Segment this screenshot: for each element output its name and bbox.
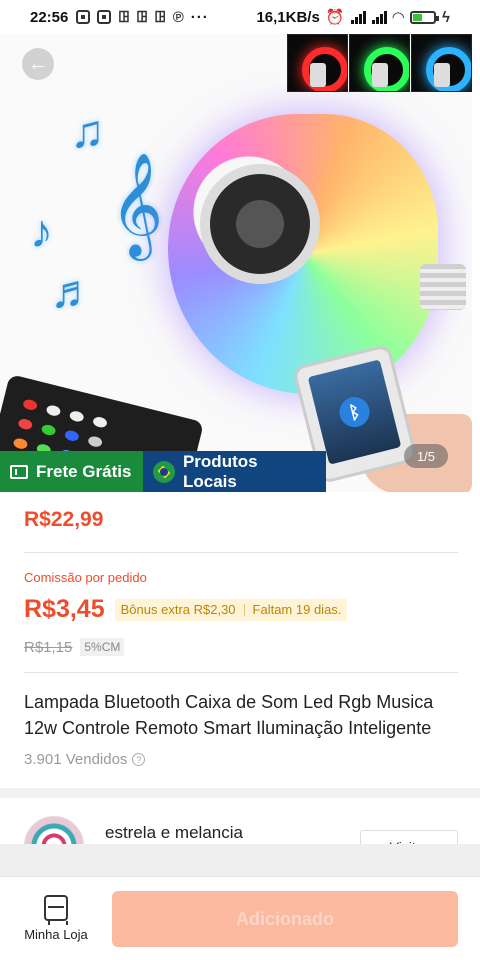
local-products-label: Produtos Locais: [182, 451, 258, 491]
more-dots-icon: ···: [190, 8, 209, 26]
store-icon: [44, 895, 68, 925]
days-left: Faltam 19 dias.: [252, 602, 342, 617]
pinterest-icon: ℗: [172, 8, 184, 26]
signal-icon: [371, 10, 387, 24]
status-time: 22:56: [30, 8, 69, 26]
add-button[interactable]: Adicionado: [112, 891, 458, 947]
brazil-flag-icon: [153, 460, 175, 483]
status-bar: 22:56 ꖸ ꖸ ꖸ ℗ ··· 16,1KB/s ⏰ ◠ ϟ: [0, 0, 480, 34]
thumbnail-blue[interactable]: [411, 34, 472, 92]
phone-screen: ᛒ: [307, 359, 402, 465]
music-note-icon: ♬: [50, 265, 96, 317]
free-shipping-label: Frete Grátis: [36, 461, 132, 481]
treble-clef-icon: 𝄞: [110, 155, 164, 255]
image-counter: 1/5: [404, 444, 448, 468]
shop-avatar[interactable]: [24, 816, 84, 844]
sold-count: 3.901 Vendidos: [24, 751, 128, 768]
commission-value: R$3,45: [24, 595, 105, 623]
product-price: R$22,99: [24, 508, 104, 531]
notification-app-icon: [97, 10, 112, 24]
sold-count-row: 3.901 Vendidos ?: [24, 751, 146, 768]
signal-icon: [350, 10, 366, 24]
free-shipping-badge: Frete Grátis: [0, 451, 143, 492]
local-products-badge: Produtos Locais: [143, 451, 326, 492]
overlay-band: [0, 844, 480, 876]
help-icon[interactable]: ?: [132, 753, 146, 766]
back-button[interactable]: ←: [22, 48, 54, 80]
notification-icons: ꖸ ꖸ ꖸ ℗ ···: [76, 9, 208, 26]
notification-app-icon: ꖸ: [136, 8, 148, 26]
status-right: 16,1KB/s ⏰ ◠ ϟ: [256, 8, 450, 27]
old-commission-row: R$1,15 5%CM: [24, 638, 125, 656]
shipping-icon: [10, 464, 28, 479]
alarm-icon: ⏰: [325, 9, 345, 26]
shop-row[interactable]: estrela e melancia Visitar: [0, 798, 480, 844]
bluetooth-icon: ᛒ: [336, 393, 373, 431]
bulb-speaker-graphic: [200, 164, 320, 284]
charging-icon: ϟ: [442, 8, 450, 26]
net-speed: 16,1KB/s: [256, 8, 320, 26]
notification-app-icon: [76, 10, 91, 24]
wifi-icon: ◠: [392, 9, 405, 26]
commission-row: R$3,45 Bônus extra R$2,30 Faltam 19 dias…: [24, 595, 348, 624]
my-store-button[interactable]: Minha Loja: [16, 895, 96, 942]
visit-shop-button[interactable]: Visitar: [360, 830, 458, 844]
product-title: Lampada Bluetooth Caixa de Som Led Rgb M…: [24, 692, 434, 738]
commission-label: Comissão por pedido: [24, 570, 147, 585]
section-gap: [0, 788, 480, 798]
divider: [24, 672, 458, 673]
bulb-base-graphic: [420, 264, 466, 310]
image-thumbnails: [286, 34, 472, 92]
commission-rate-tag: 5%CM: [80, 638, 125, 656]
music-note-icon: ♪: [30, 205, 53, 257]
badges-row: Frete Grátis Produtos Locais: [0, 451, 326, 492]
bottom-action-bar: Minha Loja Adicionado: [0, 876, 480, 960]
my-store-label: Minha Loja: [24, 927, 88, 942]
battery-icon: [410, 10, 440, 24]
notification-app-icon: ꖸ: [118, 8, 130, 26]
thumbnail-red[interactable]: [287, 34, 348, 92]
shop-name[interactable]: estrela e melancia: [105, 823, 243, 843]
product-image-carousel[interactable]: ← ♫ 𝄞 ♪ ♬ ᛒ 1/5: [0, 34, 472, 492]
old-commission: R$1,15: [24, 638, 73, 656]
music-note-icon: ♫: [70, 105, 105, 157]
divider: [24, 552, 458, 553]
arrow-left-icon: ←: [28, 52, 48, 75]
thumbnail-green[interactable]: [349, 34, 410, 92]
notification-app-icon: ꖸ: [154, 8, 166, 26]
bonus-separator: [243, 603, 245, 616]
bonus-text: Bônus extra R$2,30: [120, 602, 236, 617]
bonus-tag: Bônus extra R$2,30 Faltam 19 dias.: [114, 598, 348, 621]
